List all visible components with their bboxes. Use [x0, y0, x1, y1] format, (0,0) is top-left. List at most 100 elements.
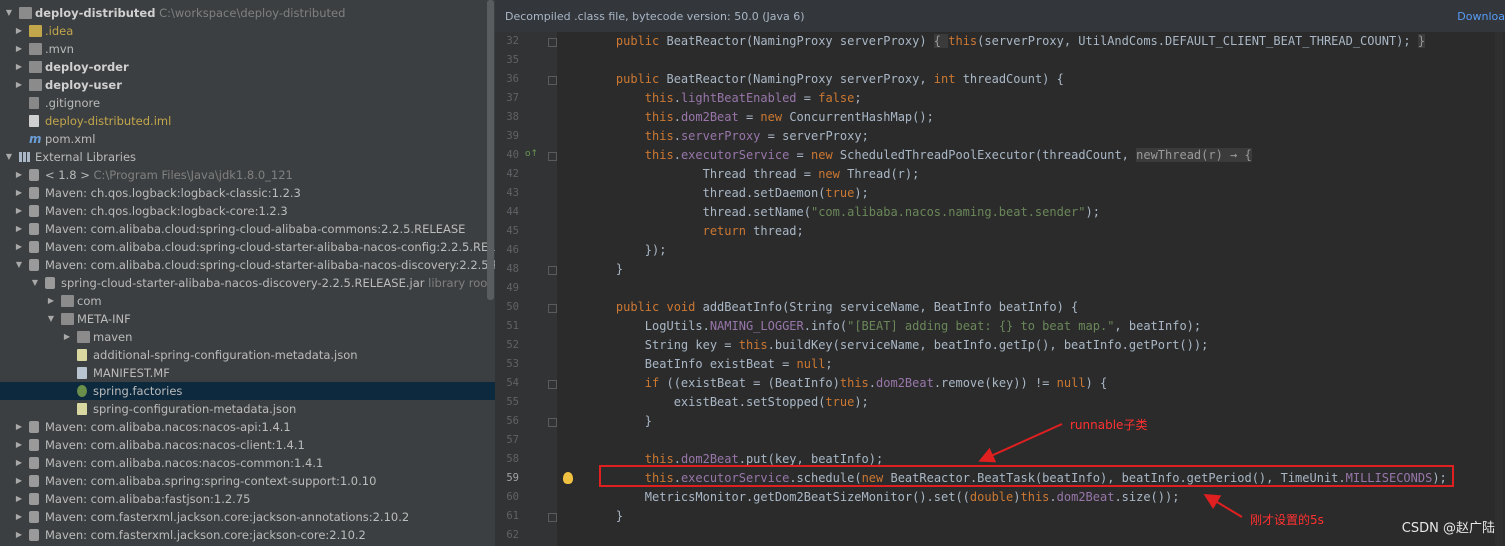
- override-marker-icon[interactable]: o↑: [525, 149, 538, 159]
- chevron-down-icon[interactable]: ▼: [46, 310, 56, 328]
- tree-row[interactable]: ▶ Maven: com.alibaba.cloud:spring-cloud-s…: [0, 238, 495, 256]
- chevron-right-icon[interactable]: ▶: [14, 202, 24, 220]
- tree-row[interactable]: ▶ .idea: [0, 22, 495, 40]
- tree-row[interactable]: ▶ Maven: ch.qos.logback:logback-classic:1…: [0, 184, 495, 202]
- tree-row-label: .idea: [45, 24, 74, 38]
- fold-marker-icon[interactable]: [548, 152, 557, 161]
- jar-icon: [29, 493, 39, 505]
- tree-row[interactable]: ▶ < 1.8 > C:\Program Files\Java\jdk1.8.0_…: [0, 166, 495, 184]
- fold-marker-icon[interactable]: [548, 380, 557, 389]
- code-line[interactable]: this.dom2Beat = new ConcurrentHashMap();: [587, 108, 934, 127]
- code-line[interactable]: }: [587, 507, 623, 526]
- tree-row[interactable]: ▼ META-INF: [0, 310, 495, 328]
- chevron-down-icon[interactable]: ▼: [4, 148, 14, 166]
- chevron-right-icon[interactable]: ▶: [14, 508, 24, 526]
- code-line[interactable]: public BeatReactor(NamingProxy serverPro…: [587, 32, 1426, 51]
- code-line[interactable]: LogUtils.NAMING_LOGGER.info("[BEAT] addi…: [587, 317, 1201, 336]
- tree-row[interactable]: MANIFEST.MF: [0, 364, 495, 382]
- tree-row[interactable]: ▶ com: [0, 292, 495, 310]
- chevron-right-icon[interactable]: ▶: [14, 166, 24, 184]
- code-line[interactable]: if ((existBeat = (BeatInfo)this.dom2Beat…: [587, 374, 1107, 393]
- code-line[interactable]: public void addBeatInfo(String serviceNa…: [587, 298, 1078, 317]
- code-line[interactable]: return thread;: [587, 222, 804, 241]
- code-line[interactable]: existBeat.setStopped(true);: [587, 393, 869, 412]
- fold-marker-icon[interactable]: [548, 304, 557, 313]
- code-line[interactable]: BeatInfo existBeat = null;: [587, 355, 833, 374]
- tree-row[interactable]: ▶ deploy-user: [0, 76, 495, 94]
- tree-row[interactable]: ▶ Maven: com.alibaba.nacos:nacos-common:1…: [0, 454, 495, 472]
- code-line[interactable]: String key = this.buildKey(serviceName, …: [587, 336, 1209, 355]
- jar-icon: [29, 439, 39, 451]
- code-line[interactable]: Thread thread = new Thread(r);: [587, 165, 920, 184]
- tree-row-label: Maven: com.alibaba.cloud:spring-cloud-al…: [45, 222, 466, 236]
- chevron-right-icon[interactable]: ▶: [62, 328, 72, 346]
- tree-row[interactable]: ▶ Maven: com.alibaba:fastjson:1.2.75: [0, 490, 495, 508]
- tree-row[interactable]: .gitignore: [0, 94, 495, 112]
- tree-row[interactable]: ▶ Maven: com.alibaba.nacos:nacos-api:1.4.…: [0, 418, 495, 436]
- tree-row[interactable]: spring-configuration-metadata.json: [0, 400, 495, 418]
- tree-row-label: .mvn: [45, 42, 74, 56]
- jar-icon: [29, 205, 39, 217]
- code-line[interactable]: thread.setName("com.alibaba.nacos.naming…: [587, 203, 1100, 222]
- chevron-down-icon[interactable]: ▼: [14, 256, 24, 274]
- fold-marker-icon[interactable]: [548, 418, 557, 427]
- tree-row-label: Maven: com.alibaba.nacos:nacos-common:1.…: [45, 456, 324, 470]
- tree-row[interactable]: ▼ spring-cloud-starter-alibaba-nacos-disc…: [0, 274, 495, 292]
- tree-row[interactable]: ▶ Maven: com.alibaba.cloud:spring-cloud-a…: [0, 220, 495, 238]
- code-line[interactable]: this.serverProxy = serverProxy;: [587, 127, 869, 146]
- chevron-right-icon[interactable]: ▶: [14, 238, 24, 256]
- chevron-right-icon[interactable]: ▶: [14, 526, 24, 544]
- code-line[interactable]: this.lightBeatEnabled = false;: [587, 89, 862, 108]
- chevron-right-icon[interactable]: ▶: [14, 58, 24, 76]
- chevron-right-icon[interactable]: ▶: [14, 220, 24, 238]
- tree-row-label: spring-cloud-starter-alibaba-nacos-disco…: [61, 276, 425, 290]
- fold-marker-icon[interactable]: [548, 266, 557, 275]
- code-line[interactable]: public BeatReactor(NamingProxy serverPro…: [587, 70, 1064, 89]
- code-line[interactable]: }: [587, 260, 623, 279]
- chevron-down-icon[interactable]: ▼: [4, 4, 14, 22]
- chevron-right-icon[interactable]: ▶: [14, 490, 24, 508]
- editor-scrollbar[interactable]: [1495, 32, 1503, 546]
- fold-marker-icon[interactable]: [548, 513, 557, 522]
- chevron-right-icon[interactable]: ▶: [14, 184, 24, 202]
- code-line[interactable]: this.executorService = new ScheduledThre…: [587, 146, 1252, 165]
- project-tree[interactable]: ▼ deploy-distributed C:\workspace\deploy-…: [0, 0, 495, 546]
- line-number: 46: [506, 244, 519, 256]
- tree-row[interactable]: deploy-distributed.iml: [0, 112, 495, 130]
- jar-icon: [29, 223, 39, 235]
- tree-row[interactable]: spring.factories: [0, 382, 495, 400]
- code-line[interactable]: });: [587, 241, 667, 260]
- fold-marker-icon[interactable]: [548, 76, 557, 85]
- chevron-right-icon[interactable]: ▶: [14, 40, 24, 58]
- tree-row[interactable]: ▶ Maven: ch.qos.logback:logback-core:1.2.…: [0, 202, 495, 220]
- tree-row[interactable]: ▶ Maven: com.alibaba.nacos:nacos-client:1…: [0, 436, 495, 454]
- chevron-down-icon[interactable]: ▼: [30, 274, 40, 292]
- code-line[interactable]: MetricsMonitor.getDom2BeatSizeMonitor().…: [587, 488, 1180, 507]
- chevron-right-icon[interactable]: ▶: [14, 472, 24, 490]
- tree-row[interactable]: ▼ deploy-distributed C:\workspace\deploy-…: [0, 4, 495, 22]
- chevron-right-icon[interactable]: ▶: [14, 418, 24, 436]
- fold-marker-icon[interactable]: [548, 38, 557, 47]
- tree-row[interactable]: additional-spring-configuration-metadata…: [0, 346, 495, 364]
- chevron-right-icon[interactable]: ▶: [14, 454, 24, 472]
- gitignore-file-icon: [29, 97, 39, 109]
- tree-row[interactable]: ▶ maven: [0, 328, 495, 346]
- chevron-right-icon[interactable]: ▶: [14, 76, 24, 94]
- tree-row[interactable]: ▶ deploy-order: [0, 58, 495, 76]
- chevron-right-icon[interactable]: ▶: [46, 292, 56, 310]
- download-sources-link[interactable]: Downloa: [1457, 10, 1505, 23]
- chevron-right-icon[interactable]: ▶: [14, 22, 24, 40]
- tree-row[interactable]: ▶ Maven: com.fasterxml.jackson.core:jacks…: [0, 508, 495, 526]
- chevron-right-icon[interactable]: ▶: [14, 436, 24, 454]
- tree-row[interactable]: ▼ Maven: com.alibaba.cloud:spring-cloud-s…: [0, 256, 495, 274]
- tree-row[interactable]: ▶ Maven: com.alibaba.spring:spring-contex…: [0, 472, 495, 490]
- tree-row[interactable]: ▼ External Libraries: [0, 148, 495, 166]
- code-line[interactable]: }: [587, 412, 652, 431]
- tree-scrollbar[interactable]: [487, 0, 494, 300]
- tree-row[interactable]: m pom.xml: [0, 130, 495, 148]
- tree-row[interactable]: ▶ .mvn: [0, 40, 495, 58]
- code-line[interactable]: thread.setDaemon(true);: [587, 184, 869, 203]
- lightbulb-icon[interactable]: [563, 472, 573, 484]
- tree-row[interactable]: ▶ Maven: com.fasterxml.jackson.core:jacks…: [0, 526, 495, 544]
- json-file-icon: [77, 349, 87, 361]
